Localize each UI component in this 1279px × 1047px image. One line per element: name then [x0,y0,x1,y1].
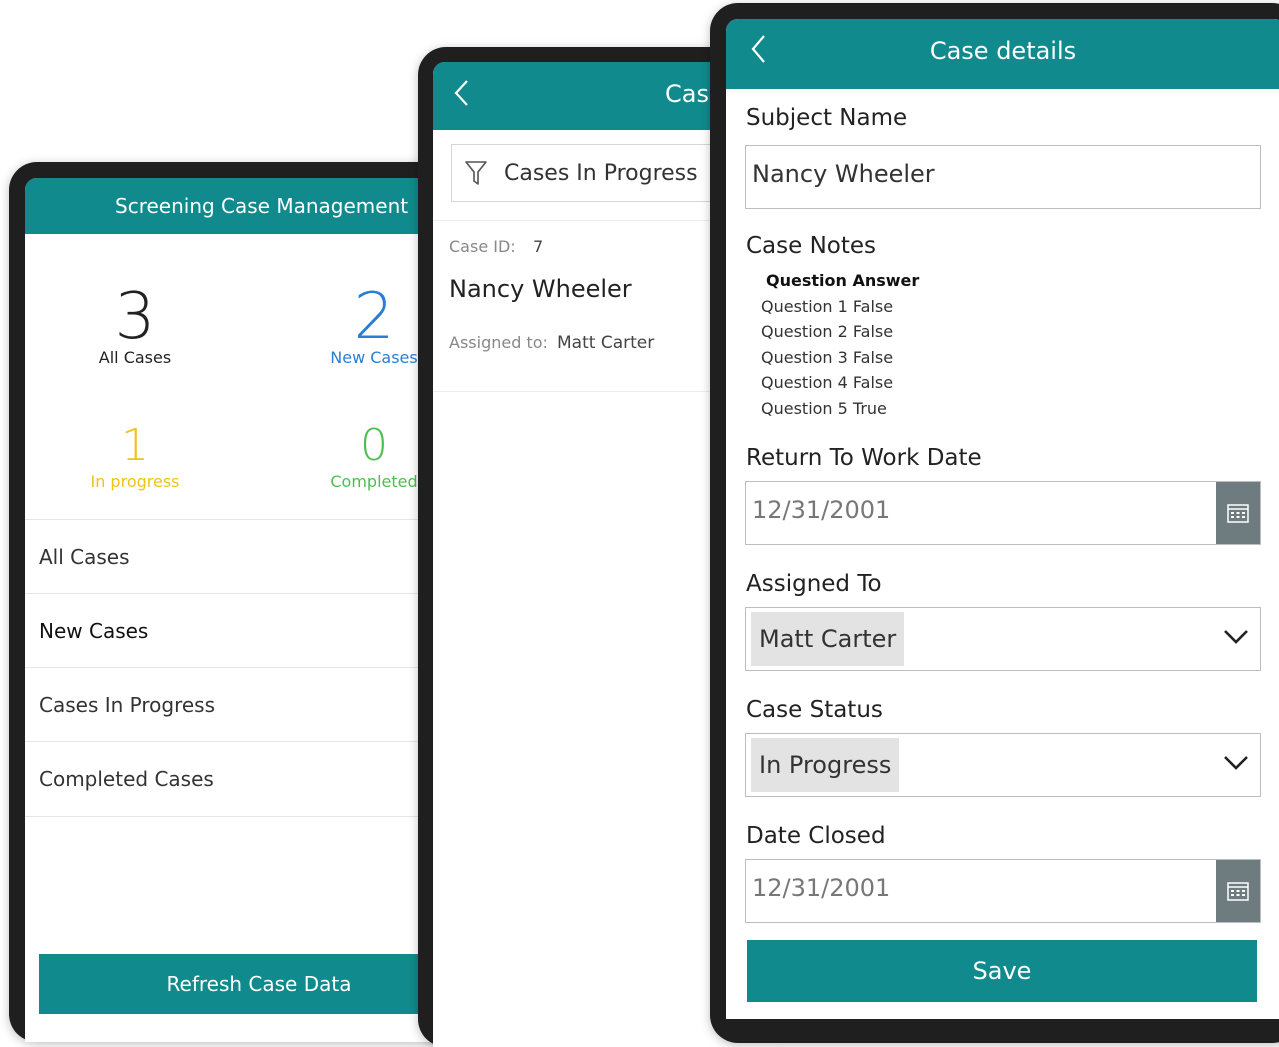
case-subject-name: Nancy Wheeler [449,275,632,303]
chevron-down-icon[interactable] [1222,626,1250,646]
date-closed-value: 12/31/2001 [752,874,891,902]
return-to-work-value: 12/31/2001 [752,496,891,524]
app-title: Screening Case Management [115,194,409,218]
case-notes-header: Question Answer [766,271,920,290]
case-notes-label: Case Notes [746,233,877,259]
stat-all-count[interactable]: 3 [35,280,235,354]
return-to-work-date-input[interactable]: 12/31/2001 [745,481,1261,545]
nav-item-label: Cases In Progress [39,693,216,717]
case-note-line: Question 5 True [761,398,887,418]
stat-inprogress-count[interactable]: 1 [35,420,235,471]
device-case-details: Case details Subject Name Nancy Wheeler … [710,3,1279,1043]
case-note-line: Question 4 False [761,373,894,392]
case-details-title: Case details [929,37,1077,65]
nav-item-completed-cases[interactable]: Completed Cases [25,741,469,817]
date-closed-input[interactable]: 12/31/2001 [745,859,1261,923]
assigned-to-label: Assigned To [746,571,882,597]
back-arrow-icon[interactable] [453,78,471,108]
app-header: Screening Case Management [25,178,469,234]
subject-name-label: Subject Name [746,105,908,131]
filter-label: Cases In Progress [504,160,698,186]
case-assigned-value: Matt Carter [557,333,655,353]
nav-item-label: All Cases [39,545,130,569]
stat-all-label: All Cases [98,348,172,367]
device-case-management: Screening Case Management 3 All Cases 2 … [9,162,469,1042]
nav-item-cases-in-progress[interactable]: Cases In Progress [25,667,469,742]
case-status-dropdown[interactable]: In Progress [745,733,1261,797]
case-status-selected: In Progress [751,738,900,792]
save-button[interactable]: Save [747,940,1257,1002]
assigned-to-dropdown[interactable]: Matt Carter [745,607,1261,671]
calendar-icon [1227,504,1249,523]
chevron-down-icon[interactable] [1222,752,1250,772]
date-closed-calendar-button[interactable] [1216,860,1260,922]
nav-item-new-cases[interactable]: New Cases [25,593,469,668]
filter-icon [465,161,487,185]
case-status-label: Case Status [746,697,883,723]
case-management-screen: Screening Case Management 3 All Cases 2 … [25,178,469,1042]
refresh-button-label: Refresh Case Data [166,972,352,996]
case-id-label: Case ID: [449,237,516,256]
calendar-icon [1227,882,1249,901]
case-note-line: Question 1 False [761,296,894,316]
case-notes-content: Question Answer Question 1 False Questio… [761,268,919,421]
date-closed-label: Date Closed [746,823,886,849]
case-details-screen: Case details Subject Name Nancy Wheeler … [726,19,1279,1019]
filter-dropdown[interactable]: Cases In Progress [451,144,751,202]
case-note-line: Question 3 False [761,347,894,367]
case-note-line: Question 2 False [761,322,894,341]
assigned-to-selected: Matt Carter [751,612,905,666]
nav-item-label: Completed Cases [39,767,214,791]
return-to-work-label: Return To Work Date [746,445,982,471]
nav-item-label: New Cases [39,619,149,643]
nav-item-all-cases[interactable]: All Cases [25,519,469,594]
stat-inprogress-label: In progress [90,472,180,491]
subject-name-input[interactable]: Nancy Wheeler [745,145,1261,209]
save-button-label: Save [972,957,1032,985]
subject-name-value: Nancy Wheeler [752,160,935,188]
return-date-calendar-button[interactable] [1216,482,1260,544]
case-details-header: Case details [726,19,1279,89]
refresh-case-data-button[interactable]: Refresh Case Data [39,954,469,1014]
case-assigned-label: Assigned to: [449,333,548,352]
case-id-value: 7 [533,237,544,256]
